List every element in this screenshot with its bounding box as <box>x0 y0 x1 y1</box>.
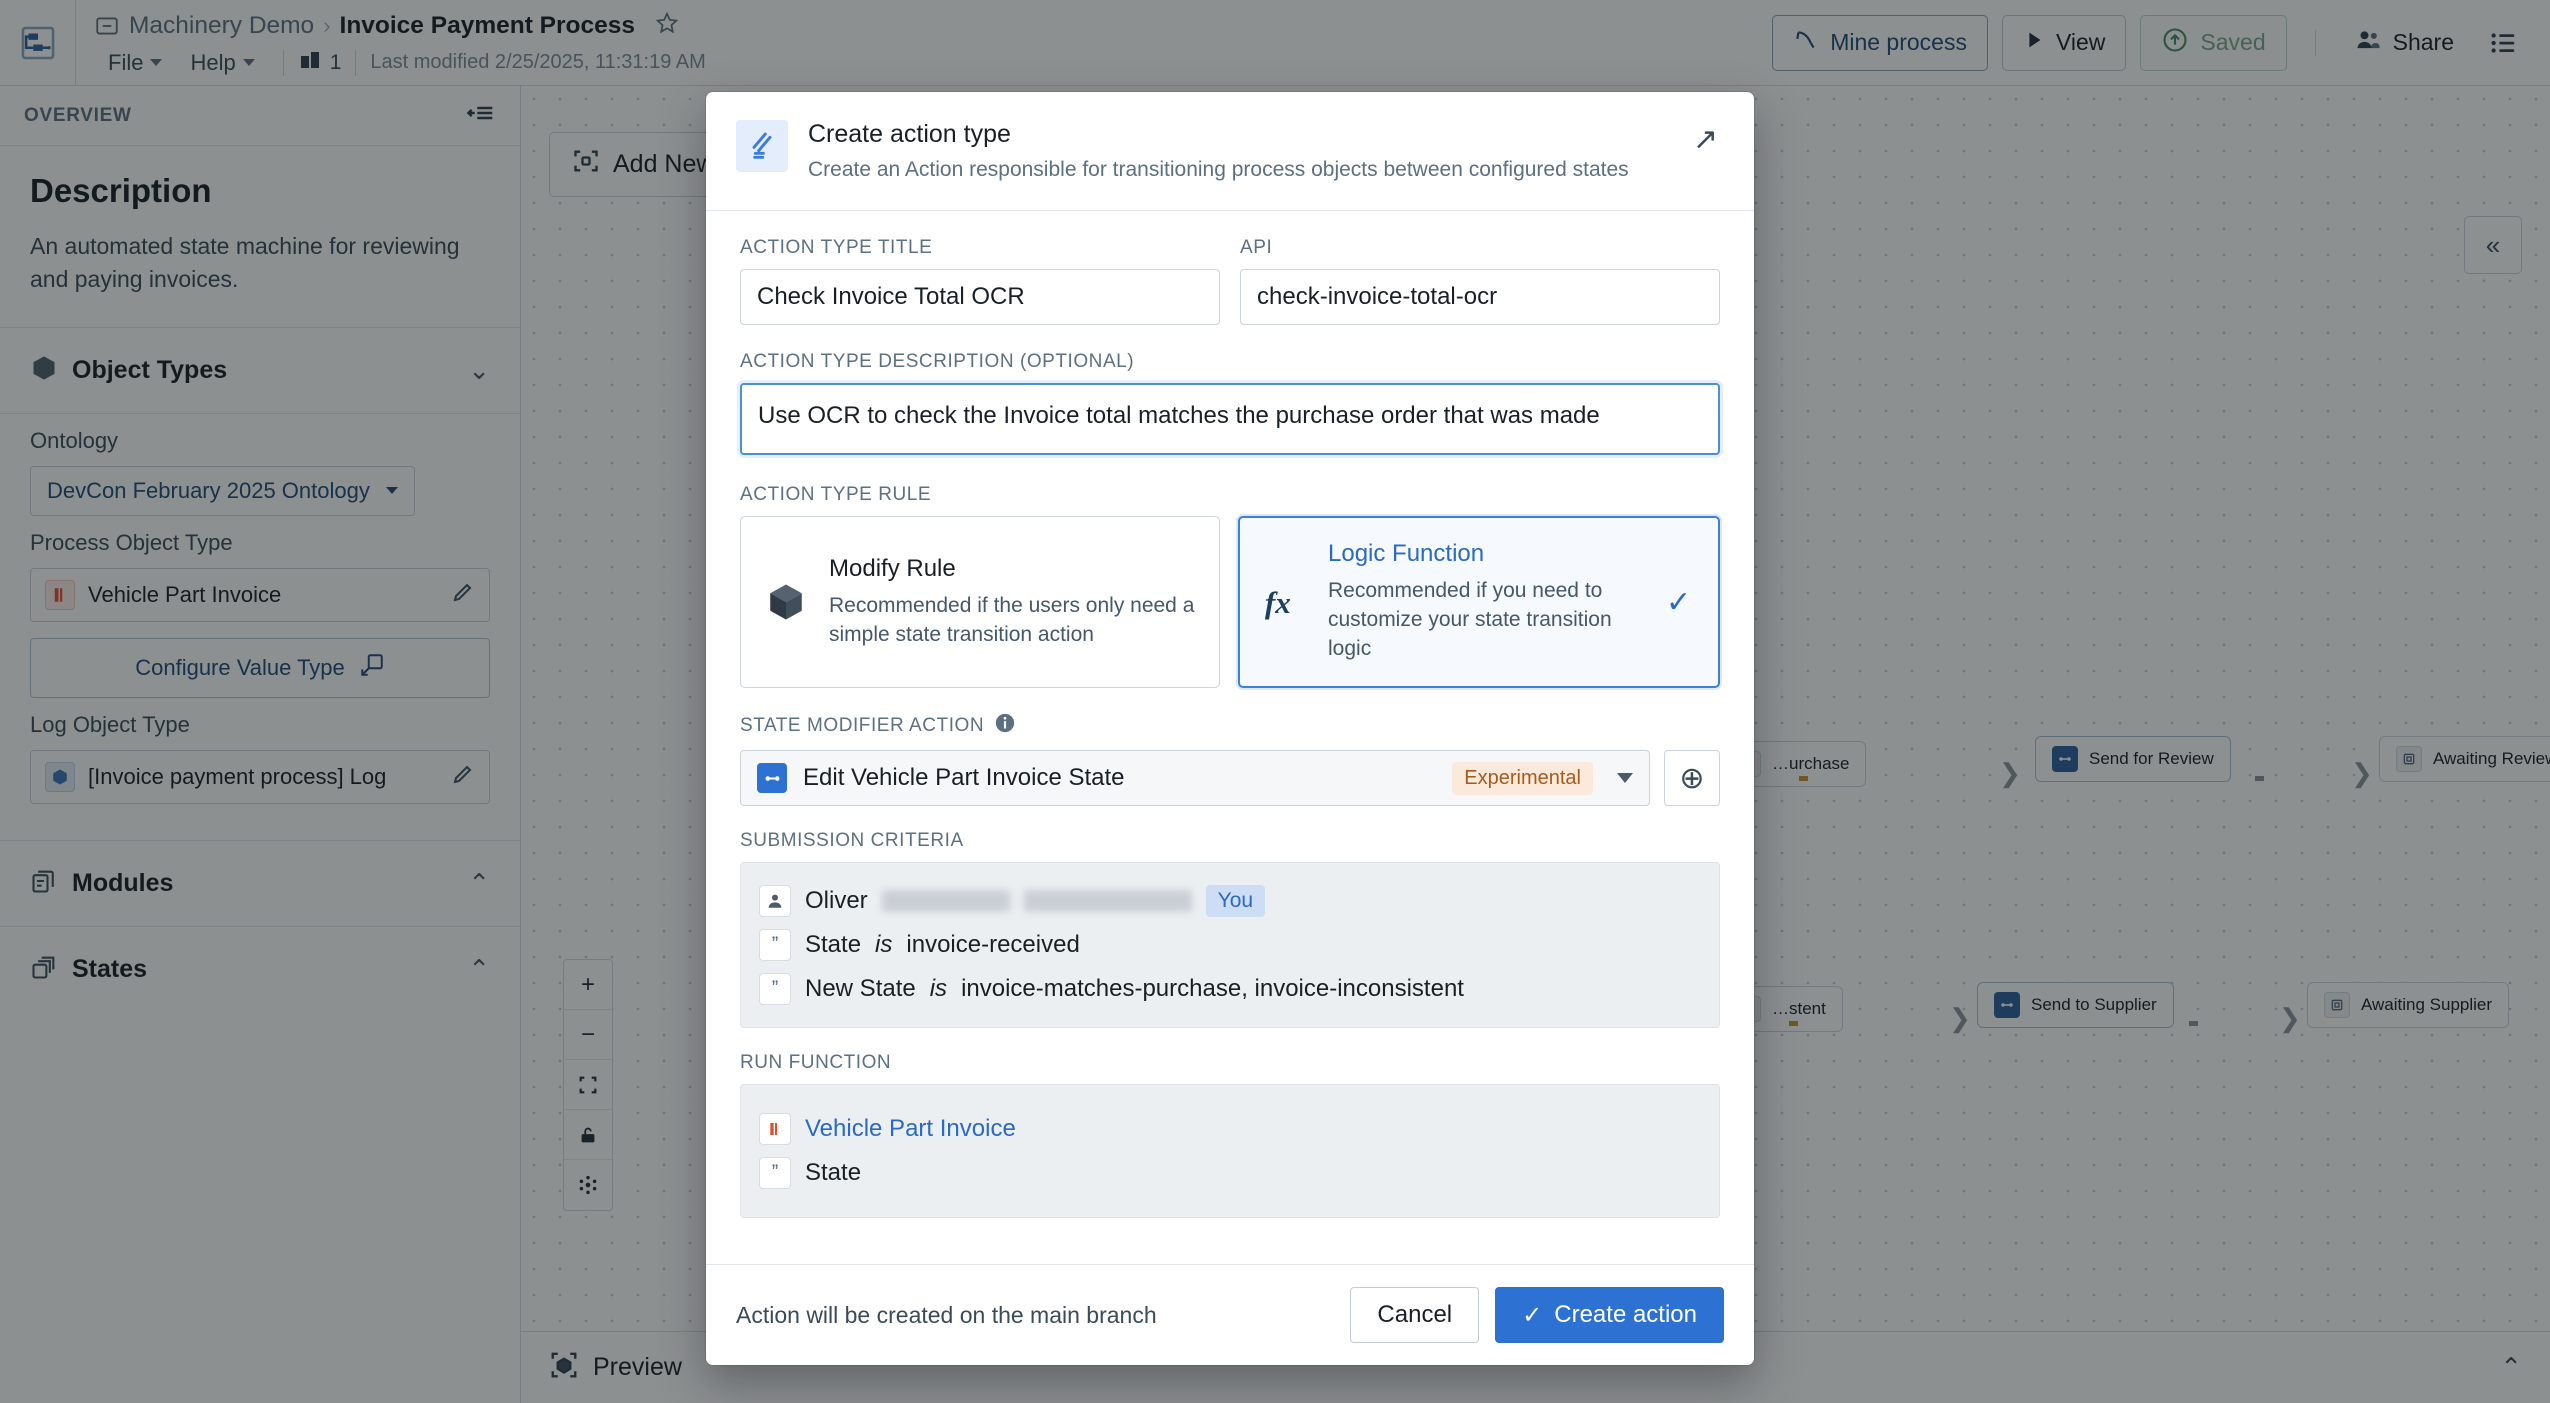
experimental-badge: Experimental <box>1452 761 1593 795</box>
rule-option-description: Recommended if the users only need a sim… <box>829 593 1195 646</box>
dialog-header: Create action type Create an Action resp… <box>706 92 1754 212</box>
rule-option-title: Modify Rule <box>829 554 956 582</box>
you-badge: You <box>1205 885 1266 918</box>
action-type-rule-label: ACTION TYPE RULE <box>740 484 932 506</box>
action-type-icon <box>736 120 788 172</box>
check-icon: ✓ <box>1666 585 1692 619</box>
action-type-title-label: ACTION TYPE TITLE <box>740 237 933 259</box>
rule-option-logic-function[interactable]: fx Logic Function Recommended if you nee… <box>1238 516 1720 689</box>
create-action-button[interactable]: ✓ Create action <box>1495 1287 1724 1344</box>
fx-icon: fx <box>1262 580 1308 624</box>
action-type-rule-options: Modify Rule Recommended if the users onl… <box>740 516 1720 689</box>
run-function-state-label: State <box>805 1159 862 1187</box>
api-label: API <box>1240 237 1273 259</box>
criteria-operator: is <box>929 975 948 1003</box>
add-state-modifier-button[interactable]: ⊕ <box>1664 750 1720 807</box>
run-function-row-state[interactable]: ” State <box>759 1151 1701 1195</box>
run-function-label: RUN FUNCTION <box>740 1052 892 1074</box>
action-type-title-group: ACTION TYPE TITLE <box>740 237 1220 326</box>
action-type-description-label: ACTION TYPE DESCRIPTION (OPTIONAL) <box>740 351 1135 373</box>
cube-icon <box>763 581 809 623</box>
rule-option-modify-rule[interactable]: Modify Rule Recommended if the users onl… <box>740 516 1220 689</box>
state-modifier-value: Edit Vehicle Part Invoice State <box>803 764 1125 792</box>
rule-option-title: Logic Function <box>1328 540 1485 568</box>
run-function-object-link[interactable]: Vehicle Part Invoice <box>805 1115 1016 1143</box>
state-modifier-label-text: STATE MODIFIER ACTION <box>740 715 985 737</box>
svg-text:fx: fx <box>1265 585 1291 620</box>
action-type-rule-group: ACTION TYPE RULE Modify Rule Recommended… <box>740 484 1720 689</box>
dialog-footer: Action will be created on the main branc… <box>706 1264 1754 1366</box>
criteria-value: invoice-received <box>906 931 1080 959</box>
title-api-row: ACTION TYPE TITLE API <box>740 237 1720 326</box>
branch-note: Action will be created on the main branc… <box>736 1301 1157 1328</box>
redacted-email <box>1023 890 1192 913</box>
plus-circle-icon: ⊕ <box>1679 761 1705 795</box>
state-modifier-group: STATE MODIFIER ACTION Edit Vehicle Part … <box>740 712 1720 807</box>
action-icon <box>757 763 787 794</box>
action-type-title-input[interactable] <box>740 269 1220 326</box>
criteria-row-state[interactable]: ” State is invoice-received <box>759 923 1701 967</box>
expand-dialog-icon[interactable]: ↗ <box>1687 120 1724 159</box>
run-function-group: RUN FUNCTION Vehicle Part Invoice ” Stat… <box>740 1052 1720 1219</box>
invoice-icon <box>759 1113 791 1146</box>
action-type-description-textarea[interactable]: Use OCR to check the Invoice total match… <box>740 383 1720 456</box>
criteria-key: New State <box>805 975 916 1003</box>
criteria-key: State <box>805 931 862 959</box>
info-icon[interactable] <box>994 712 1016 740</box>
api-group: API <box>1240 237 1720 326</box>
state-modifier-row: Edit Vehicle Part Invoice State Experime… <box>740 750 1720 807</box>
criteria-value: invoice-matches-purchase, invoice-incons… <box>961 975 1464 1003</box>
quote-icon: ” <box>759 973 791 1006</box>
redacted-name <box>881 890 1010 913</box>
criteria-row-user[interactable]: Oliver You <box>759 879 1701 923</box>
submission-criteria-group: SUBMISSION CRITERIA Oliver You ” State i… <box>740 830 1720 1029</box>
criteria-row-new-state[interactable]: ” New State is invoice-matches-purchase,… <box>759 967 1701 1011</box>
api-input[interactable] <box>1240 269 1720 326</box>
dialog-subtitle: Create an Action responsible for transit… <box>808 158 1629 181</box>
submission-criteria-label: SUBMISSION CRITERIA <box>740 830 964 852</box>
dialog-body: ACTION TYPE TITLE API ACTION TYPE DESCRI… <box>706 211 1754 1264</box>
quote-icon: ” <box>759 1157 791 1190</box>
description-group: ACTION TYPE DESCRIPTION (OPTIONAL) Use O… <box>740 351 1720 460</box>
chevron-down-icon[interactable] <box>1617 773 1633 784</box>
criteria-user-name: Oliver <box>805 887 868 915</box>
rule-option-description: Recommended if you need to customize you… <box>1328 579 1612 661</box>
cancel-button[interactable]: Cancel <box>1350 1287 1480 1344</box>
run-function-panel: Vehicle Part Invoice ” State <box>740 1084 1720 1219</box>
check-icon: ✓ <box>1522 1301 1543 1329</box>
state-modifier-select[interactable]: Edit Vehicle Part Invoice State Experime… <box>740 750 1650 807</box>
submission-criteria-panel: Oliver You ” State is invoice-received ”… <box>740 862 1720 1029</box>
quote-icon: ” <box>759 929 791 962</box>
criteria-operator: is <box>875 931 893 959</box>
screen: Machinery Demo › Invoice Payment Process… <box>0 0 2550 1403</box>
create-action-label: Create action <box>1554 1301 1697 1329</box>
run-function-row-object[interactable]: Vehicle Part Invoice <box>759 1107 1701 1151</box>
create-action-type-dialog: Create action type Create an Action resp… <box>706 92 1754 1366</box>
user-icon <box>759 885 791 918</box>
state-modifier-label: STATE MODIFIER ACTION <box>740 712 1720 740</box>
dialog-title: Create action type <box>808 120 1011 148</box>
